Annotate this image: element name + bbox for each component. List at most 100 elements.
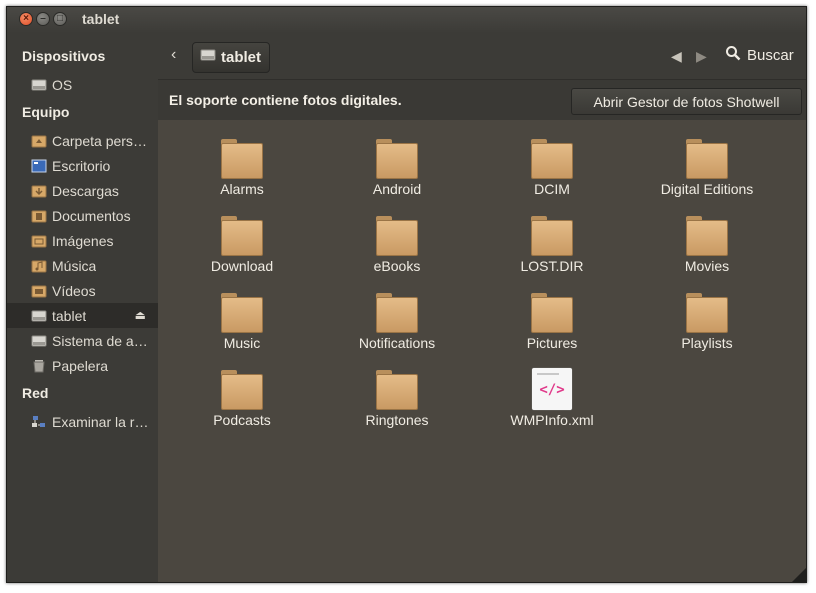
file-name: Playlists (681, 335, 733, 351)
file-name: Android (372, 181, 422, 197)
file-name: Pictures (526, 335, 578, 351)
close-window-button[interactable]: × (19, 12, 33, 26)
folder-icon (531, 216, 573, 256)
minimize-icon: – (40, 13, 46, 24)
chevron-left-icon[interactable]: ‹ (171, 46, 176, 64)
folder-item[interactable]: Download (167, 210, 317, 286)
folder-item[interactable]: Ringtones (322, 364, 472, 440)
folder-item[interactable]: Alarms (167, 133, 317, 209)
sidebar-item-videos[interactable]: Vídeos (7, 278, 158, 303)
file-name: Download (210, 258, 274, 274)
file-name: Notifications (358, 335, 436, 351)
file-name: WMPInfo.xml (510, 412, 594, 428)
path-button-label: tablet (221, 49, 262, 66)
sidebar-item-filesystem[interactable]: Sistema de archivos (7, 328, 158, 353)
folder-item[interactable]: Android (322, 133, 472, 209)
folder-icon (686, 139, 728, 179)
videos-folder-icon (31, 284, 47, 298)
sidebar-item-label: Imágenes (52, 232, 114, 249)
file-item[interactable]: </> WMPInfo.xml (477, 364, 627, 440)
folder-item[interactable]: Digital Editions (632, 133, 782, 209)
folder-icon (376, 139, 418, 179)
sidebar-item-music[interactable]: Música (7, 253, 158, 278)
code-glyph: </> (539, 382, 565, 398)
sidebar-item-label: Documentos (52, 207, 131, 224)
folder-item[interactable]: eBooks (322, 210, 472, 286)
sidebar-item-downloads[interactable]: Descargas (7, 178, 158, 203)
forward-arrow-icon[interactable]: ▶ (696, 48, 707, 65)
title-bar[interactable]: × – □ tablet (7, 7, 806, 33)
sidebar-section-network: Red (22, 385, 49, 401)
sidebar-item-label: Sistema de archivos (52, 332, 150, 349)
toolbar: ‹ tablet ◀ ▶ Buscar (158, 33, 806, 80)
folder-icon (221, 370, 263, 410)
sidebar-item-desktop[interactable]: Escritorio (7, 153, 158, 178)
folder-item[interactable]: Pictures (477, 287, 627, 363)
drive-icon (31, 78, 47, 92)
desktop-icon (31, 159, 47, 173)
folder-icon (376, 293, 418, 333)
search-icon (725, 45, 741, 65)
folder-item[interactable]: Music (167, 287, 317, 363)
back-arrow-icon[interactable]: ◀ (671, 48, 682, 65)
file-name: Podcasts (213, 412, 271, 428)
sidebar-item-label: tablet (52, 307, 87, 324)
file-name: eBooks (373, 258, 421, 274)
sidebar-section-computer: Equipo (22, 104, 70, 120)
file-name: Movies (684, 258, 730, 274)
file-name: Music (223, 335, 261, 351)
folder-icon (221, 216, 263, 256)
file-name: DCIM (534, 181, 570, 197)
sidebar-item-browse-network[interactable]: Examinar la red (7, 409, 158, 434)
eject-icon[interactable]: ⏏ (135, 308, 146, 322)
window-title: tablet (82, 11, 120, 27)
sidebar-item-trash[interactable]: Papelera (7, 353, 158, 378)
sidebar-item-label: Papelera (52, 357, 109, 374)
sidebar-item-label: Escritorio (52, 157, 111, 174)
folder-item[interactable]: Movies (632, 210, 782, 286)
maximize-icon: □ (56, 13, 64, 24)
sidebar-item-label: Carpeta personal (52, 132, 150, 149)
resize-grip[interactable] (792, 568, 806, 582)
sidebar-item-label: Música (52, 257, 97, 274)
file-name: Alarms (220, 181, 264, 197)
folder-item[interactable]: Playlists (632, 287, 782, 363)
maximize-window-button[interactable]: □ (53, 12, 67, 26)
file-name: Digital Editions (660, 181, 754, 197)
folder-icon (686, 293, 728, 333)
main-content: ‹ tablet ◀ ▶ Buscar El soporte contiene … (158, 33, 806, 582)
sidebar-section-devices: Dispositivos (22, 48, 106, 64)
open-shotwell-button[interactable]: Abrir Gestor de fotos Shotwell (571, 88, 802, 115)
folder-item[interactable]: Notifications (322, 287, 472, 363)
network-icon (31, 415, 47, 429)
sidebar-item-home[interactable]: Carpeta personal (7, 128, 158, 153)
sidebar-item-os[interactable]: OS (7, 72, 158, 97)
folder-icon (531, 139, 573, 179)
documents-folder-icon (31, 209, 47, 223)
file-name: Ringtones (365, 412, 429, 428)
path-button-tablet[interactable]: tablet (192, 42, 270, 73)
sidebar-item-pictures[interactable]: Imágenes (7, 228, 158, 253)
trash-icon (31, 359, 47, 373)
downloads-folder-icon (31, 184, 47, 198)
drive-icon (31, 309, 47, 323)
file-grid: Alarms Android DCIM Digital Editions Dow… (158, 121, 806, 582)
folder-item[interactable]: DCIM (477, 133, 627, 209)
folder-icon (531, 293, 573, 333)
close-icon: × (23, 13, 29, 24)
places-sidebar: Dispositivos OS Equipo Carpeta personal … (7, 33, 158, 582)
info-bar: El soporte contiene fotos digitales. Abr… (158, 80, 806, 120)
home-folder-icon (31, 134, 47, 148)
folder-item[interactable]: LOST.DIR (477, 210, 627, 286)
sidebar-item-label: Descargas (52, 182, 119, 199)
minimize-window-button[interactable]: – (36, 12, 50, 26)
info-message: El soporte contiene fotos digitales. (169, 92, 402, 108)
sidebar-item-documents[interactable]: Documentos (7, 203, 158, 228)
sidebar-item-tablet[interactable]: tablet ⏏ (7, 303, 158, 328)
search-button[interactable]: Buscar (725, 45, 794, 65)
file-manager-window: × – □ tablet Dispositivos OS Equipo Carp… (6, 6, 807, 583)
sidebar-item-label: Examinar la red (52, 413, 150, 430)
pictures-folder-icon (31, 234, 47, 248)
folder-item[interactable]: Podcasts (167, 364, 317, 440)
search-label: Buscar (747, 46, 794, 64)
